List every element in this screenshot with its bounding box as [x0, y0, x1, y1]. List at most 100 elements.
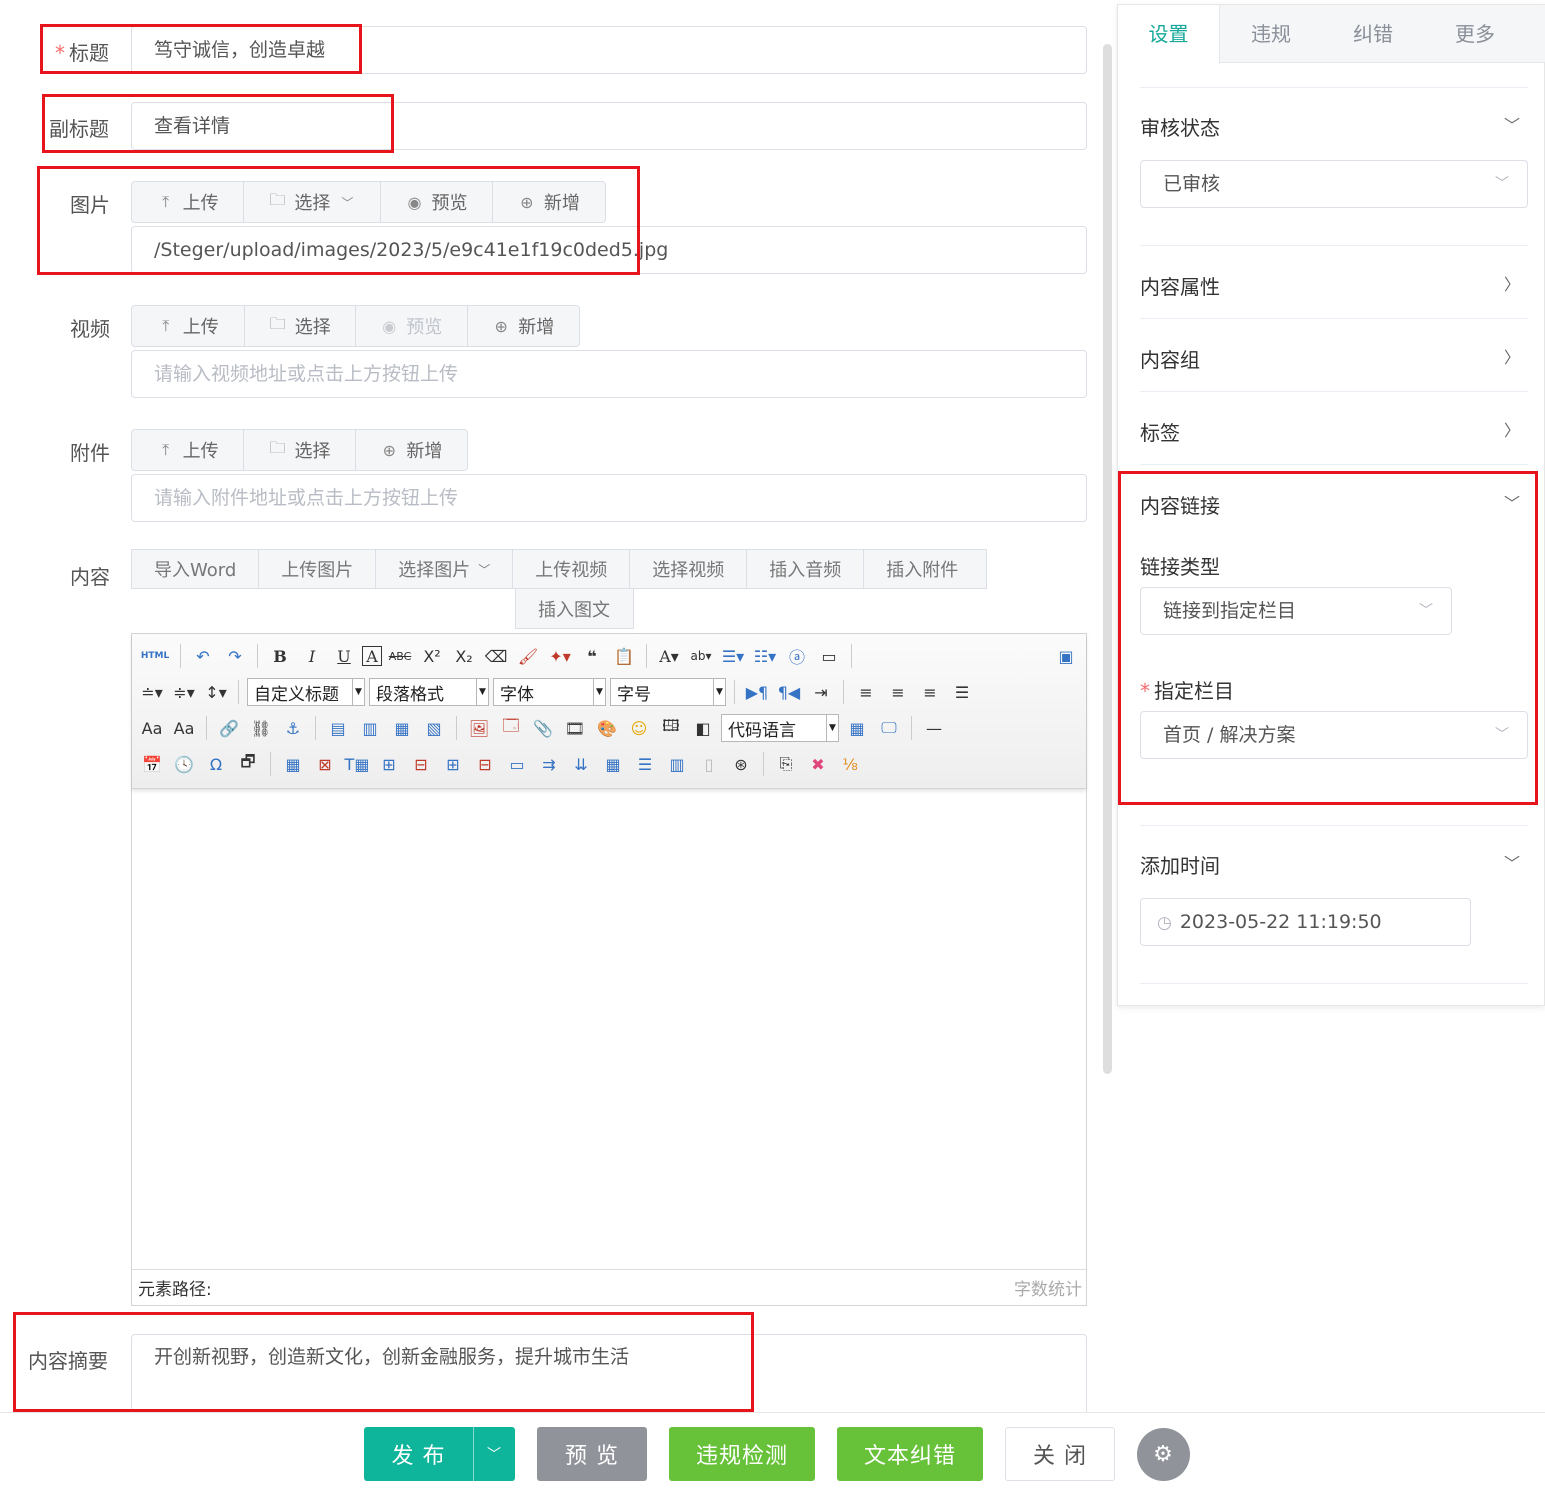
split-cols-icon[interactable]: ▥	[663, 750, 691, 778]
review-status-select[interactable]: 已审核 ﹀	[1140, 160, 1528, 208]
text-correct-button[interactable]: 文本纠错	[837, 1427, 983, 1481]
simple-upload-icon[interactable]: 🖼	[465, 714, 493, 742]
paste-text-icon[interactable]: 📋	[610, 642, 638, 670]
scrawl-icon[interactable]: 🎨	[593, 714, 621, 742]
video-preview-button[interactable]: ◉ 预览	[356, 306, 468, 346]
attachment-icon[interactable]: 📎	[529, 714, 557, 742]
lowercase-icon[interactable]: Aa	[170, 714, 198, 742]
settings-gear-button[interactable]: ⚙	[1137, 1428, 1190, 1481]
delete-table-icon[interactable]: ⊠	[311, 750, 339, 778]
align-left-icon[interactable]: ≡	[852, 678, 880, 706]
indent-icon[interactable]: ⇥	[807, 678, 835, 706]
time-icon[interactable]: 🕓	[170, 750, 198, 778]
image-manager-icon[interactable]: 🖽	[657, 714, 685, 742]
blockquote-icon[interactable]: ❝	[578, 642, 606, 670]
row-spacing-top-icon[interactable]: ≐▾	[138, 678, 166, 706]
highlight-color-icon[interactable]: ab▾	[687, 642, 715, 670]
upload-video-button[interactable]: 上传视频	[513, 550, 631, 588]
image-upload-button[interactable]: ⤒ 上传	[132, 182, 245, 222]
image-add-button[interactable]: ⊕ 新增	[493, 182, 605, 222]
redo-icon[interactable]: ↷	[221, 642, 249, 670]
align-center-icon[interactable]: ≡	[884, 678, 912, 706]
merge-right-icon[interactable]: ⇉	[535, 750, 563, 778]
font-family-select[interactable]: 字体 ▼	[493, 678, 606, 706]
rich-text-editor[interactable]: HTML ↶ ↷ B I U A ABC X² X₂ ⌫ 🖌 ✦▾ ❝ 📋 A▾…	[131, 633, 1087, 1306]
content-attributes-header[interactable]: 内容属性〉	[1140, 271, 1528, 300]
preview-button[interactable]: 预 览	[537, 1427, 647, 1481]
content-group-header[interactable]: 内容组〉	[1140, 344, 1528, 373]
insert-attachment-button[interactable]: 插入附件	[864, 550, 980, 588]
split-cells-icon[interactable]: ▦	[599, 750, 627, 778]
rtl-direction-icon[interactable]: ¶◀	[775, 678, 803, 706]
insert-table-icon[interactable]: ▦	[279, 750, 307, 778]
code-language-select[interactable]: 代码语言 ▼	[721, 714, 839, 742]
select-image-button[interactable]: 选择图片 ﹀	[376, 550, 514, 588]
violation-check-button[interactable]: 违规检测	[669, 1427, 815, 1481]
image-center-icon[interactable]: ▧	[420, 714, 448, 742]
unordered-list-icon[interactable]: ☷▾	[751, 642, 779, 670]
upload-image-button[interactable]: 上传图片	[259, 550, 377, 588]
publish-button[interactable]: 发 布	[364, 1427, 473, 1481]
row-spacing-bottom-icon[interactable]: ≑▾	[170, 678, 198, 706]
attachment-add-button[interactable]: ⊕ 新增	[356, 430, 467, 470]
paragraph-select[interactable]: 段落格式 ▼	[369, 678, 489, 706]
tab-more[interactable]: 更多	[1424, 5, 1526, 62]
link-type-select[interactable]: 链接到指定栏目 ﹀	[1140, 587, 1452, 635]
italic-icon[interactable]: I	[298, 642, 326, 670]
image-path-input[interactable]: /Steger/upload/images/2023/5/e9c41e1f19c…	[131, 226, 1087, 274]
unlink-icon[interactable]: ⛓	[247, 714, 275, 742]
video-url-input[interactable]: 请输入视频地址或点击上方按钮上传	[131, 350, 1087, 398]
tags-header[interactable]: 标签〉	[1140, 417, 1528, 446]
auto-format-icon[interactable]: ✦▾	[546, 642, 574, 670]
video-select-button[interactable]: 🗀 选择	[245, 306, 356, 346]
add-time-picker[interactable]: ◷ 2023-05-22 11:19:50	[1140, 898, 1471, 946]
html-source-icon[interactable]: HTML	[138, 642, 172, 670]
insert-row-icon[interactable]: ⊞	[375, 750, 403, 778]
close-button[interactable]: 关 闭	[1005, 1427, 1115, 1481]
split-rows-icon[interactable]: ☰	[631, 750, 659, 778]
insert-col-icon[interactable]: ⊞	[439, 750, 467, 778]
template-icon[interactable]: ▦	[843, 714, 871, 742]
search-replace-icon[interactable]: ⊛	[727, 750, 755, 778]
ordered-list-icon[interactable]: ☰▾	[719, 642, 747, 670]
video-add-button[interactable]: ⊕ 新增	[468, 306, 580, 346]
link-icon[interactable]: 🔗	[215, 714, 243, 742]
image-left-icon[interactable]: ▥	[356, 714, 384, 742]
import-word-button[interactable]: 导入Word	[132, 550, 260, 588]
attachment-upload-button[interactable]: ⤒ 上传	[132, 430, 245, 470]
font-color-icon[interactable]: A▾	[655, 642, 683, 670]
merge-down-icon[interactable]: ⇊	[567, 750, 595, 778]
superscript-icon[interactable]: X²	[418, 642, 446, 670]
ltr-direction-icon[interactable]: ▶¶	[743, 678, 771, 706]
line-height-icon[interactable]: ↕▾	[202, 678, 230, 706]
word-image-icon[interactable]: 🗗	[234, 750, 262, 778]
format-brush-icon[interactable]: 🖌	[514, 642, 542, 670]
select-video-button[interactable]: 选择视频	[630, 550, 748, 588]
emotion-icon[interactable]: ☺	[625, 714, 653, 742]
insert-image-icon[interactable]: 🗔	[497, 714, 525, 742]
map-icon[interactable]: ◧	[689, 714, 717, 742]
anchor-icon[interactable]: ⚓	[279, 714, 307, 742]
tab-violations[interactable]: 违规	[1220, 5, 1322, 62]
uppercase-icon[interactable]: Aa	[138, 714, 166, 742]
target-column-select[interactable]: 首页 / 解决方案 ﹀	[1140, 711, 1528, 759]
strikethrough-icon[interactable]: ABC	[386, 642, 414, 670]
image-none-icon[interactable]: ▤	[324, 714, 352, 742]
attachment-url-input[interactable]: 请输入附件地址或点击上方按钮上传	[131, 474, 1087, 522]
fullscreen-icon[interactable]: ▣	[1052, 642, 1080, 670]
subtitle-input[interactable]: 查看详情	[131, 102, 1087, 150]
special-char-icon[interactable]: Ω	[202, 750, 230, 778]
merge-cells-icon[interactable]: ▭	[503, 750, 531, 778]
image-select-button[interactable]: 🗀 选择 ﹀	[244, 182, 382, 222]
date-icon[interactable]: 📅	[138, 750, 166, 778]
tab-settings[interactable]: 设置	[1118, 5, 1220, 64]
font-border-icon[interactable]: A	[362, 646, 382, 666]
attachment-select-button[interactable]: 🗀 选择	[244, 430, 356, 470]
tab-corrections[interactable]: 纠错	[1322, 5, 1424, 62]
underline-icon[interactable]: U	[330, 642, 358, 670]
publish-dropdown-button[interactable]: ﹀	[473, 1427, 515, 1481]
video-upload-button[interactable]: ⤒ 上传	[132, 306, 245, 346]
background-icon[interactable]: 🖵	[875, 714, 903, 742]
horizontal-rule-icon[interactable]: —	[920, 714, 948, 742]
undo-icon[interactable]: ↶	[189, 642, 217, 670]
